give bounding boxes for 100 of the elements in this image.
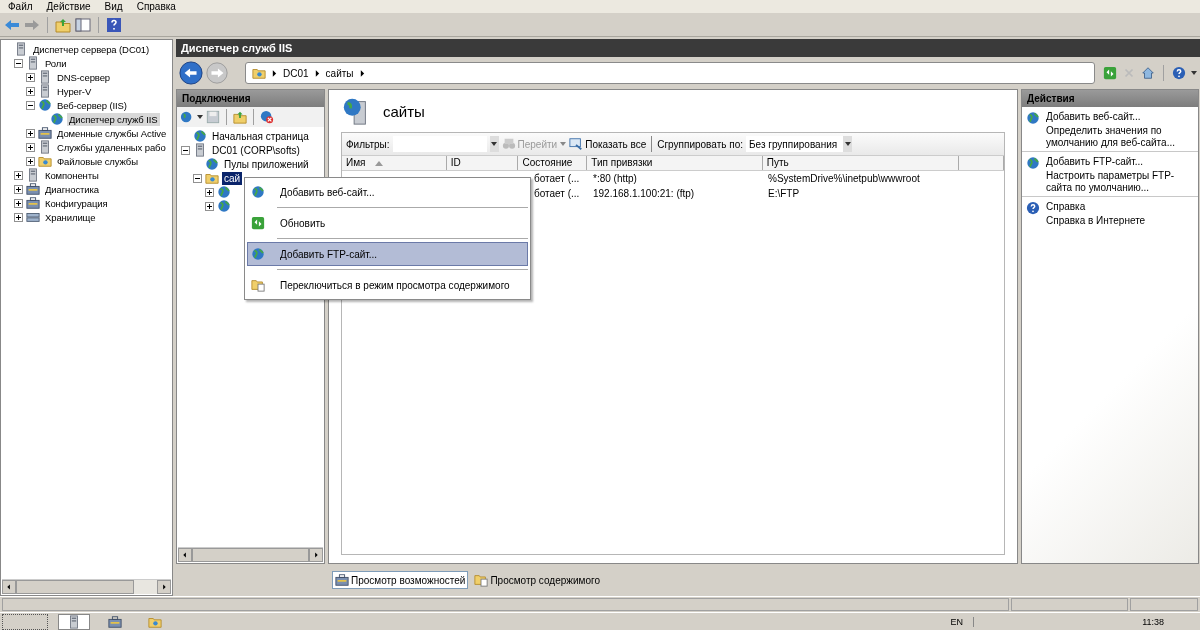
table-cell-text: ботает (... <box>533 173 581 184</box>
chevron-icon[interactable] <box>314 69 320 77</box>
tree-item[interactable]: Диспетчер служб IIS <box>67 112 160 126</box>
breadcrumb[interactable]: DC01 <box>283 67 309 79</box>
expand-icon[interactable] <box>14 212 23 222</box>
tree-item[interactable]: Диагностика <box>43 182 101 196</box>
view-tab[interactable]: Просмотр возможностей <box>332 571 469 589</box>
toolbox-icon <box>38 126 52 140</box>
expand-icon[interactable] <box>26 86 35 96</box>
action-link[interactable]: Добавить FTP-сайт... <box>1046 156 1186 168</box>
show-all-button[interactable]: Показать все <box>569 137 647 151</box>
menu-item[interactable]: Справка <box>136 1 176 12</box>
start-button[interactable] <box>2 613 48 630</box>
expand-icon[interactable] <box>14 170 23 180</box>
action-link[interactable]: Определить значения по умолчанию для веб-сайта... <box>1046 125 1186 149</box>
scroll-left-button[interactable] <box>178 548 192 562</box>
expand-icon[interactable] <box>14 198 23 208</box>
action-link[interactable]: Справка в Интернете <box>1046 215 1186 227</box>
taskbar-app-button[interactable] <box>58 613 90 630</box>
folder-up-icon[interactable] <box>233 110 247 124</box>
globe-icon <box>38 98 52 112</box>
expand-icon[interactable] <box>205 201 214 211</box>
group-by-select[interactable]: Без группирования <box>746 136 853 152</box>
menu-item[interactable]: Обновить <box>247 211 528 235</box>
column-header[interactable]: Состояние <box>518 156 588 170</box>
tree-item[interactable]: Конфигурация <box>43 196 110 210</box>
caret-icon[interactable] <box>844 142 851 146</box>
expand-icon[interactable] <box>26 156 35 166</box>
disconnect-icon[interactable] <box>260 110 274 124</box>
scroll-thumb[interactable] <box>192 548 309 562</box>
folder-icon <box>252 66 266 80</box>
collapse-icon[interactable] <box>181 145 190 155</box>
table-cell-text: E:\FTP <box>767 188 801 199</box>
sort-arrow-icon <box>375 160 384 166</box>
scroll-right-button[interactable] <box>309 548 323 562</box>
globe-icon <box>217 199 231 213</box>
chevron-icon[interactable] <box>272 69 277 77</box>
tree-item[interactable]: Компоненты <box>43 168 101 182</box>
menu-item[interactable]: Добавить веб-сайт... <box>247 180 528 204</box>
server-icon <box>38 140 52 154</box>
globe-icon <box>193 129 207 143</box>
expand-icon[interactable] <box>26 72 35 82</box>
collapse-icon[interactable] <box>26 100 35 110</box>
action-link[interactable]: Настроить параметры FTP-сайта по умолчанию... <box>1046 170 1186 194</box>
scroll-right-button[interactable] <box>157 580 171 594</box>
expand-icon[interactable] <box>26 142 35 152</box>
tree-item[interactable]: DNS-сервер <box>55 70 113 84</box>
column-header[interactable]: Тип привязки <box>587 156 763 170</box>
column-header[interactable]: Путь <box>762 156 960 170</box>
tree-item[interactable]: Службы удаленных рабо <box>55 140 168 154</box>
table-cell-text: %SystemDrive%\inetpub\wwwroot <box>767 173 921 184</box>
caret-icon[interactable] <box>491 142 498 146</box>
language-indicator[interactable]: EN <box>950 616 963 627</box>
scroll-thumb[interactable] <box>16 580 135 594</box>
tree-item[interactable]: Hyper-V <box>55 84 94 98</box>
scrollbar[interactable] <box>2 579 171 594</box>
action-link[interactable]: Добавить веб-сайт... <box>1046 111 1186 123</box>
help-icon[interactable] <box>106 16 122 33</box>
expand-icon[interactable] <box>205 187 214 197</box>
chevron-icon[interactable] <box>359 69 365 77</box>
back-button[interactable] <box>179 61 203 85</box>
home-icon[interactable] <box>1141 66 1155 80</box>
tree-item[interactable]: сай <box>222 171 243 185</box>
tree-item[interactable]: Доменные службы Active <box>55 126 169 140</box>
caret-icon[interactable] <box>197 115 203 119</box>
collapse-icon[interactable] <box>193 173 202 183</box>
toolbox-icon <box>26 196 40 210</box>
server-icon <box>14 42 28 56</box>
tree-item[interactable]: Пулы приложений <box>222 157 311 171</box>
tree-item[interactable]: Хранилище <box>43 210 98 224</box>
connect-icon[interactable] <box>180 110 194 124</box>
console-tree-icon[interactable] <box>75 16 91 33</box>
tree-item[interactable]: Роли <box>43 56 69 70</box>
page-title: сайты <box>383 102 425 120</box>
breadcrumb[interactable]: сайты <box>325 67 354 79</box>
menu-item[interactable]: Файл <box>8 1 33 12</box>
caret-icon[interactable] <box>1191 71 1197 75</box>
window-icon[interactable] <box>569 137 584 151</box>
view-tab[interactable]: Просмотр содержимого <box>471 571 603 589</box>
menu-item[interactable]: Вид <box>104 1 123 12</box>
action-link[interactable]: Справка <box>1046 201 1186 213</box>
tree-item[interactable]: Диспетчер сервера (DC01) <box>31 42 152 56</box>
menu-item[interactable]: Действие <box>46 1 91 12</box>
scrollbar[interactable] <box>178 547 323 562</box>
expand-icon[interactable] <box>14 184 23 194</box>
menu-item[interactable]: Переключиться в режим просмотра содержимого <box>247 273 528 297</box>
column-header[interactable]: ID <box>446 156 519 170</box>
address-bar[interactable]: DC01 сайты <box>245 62 1095 84</box>
tree-item[interactable]: Веб-сервер (IIS) <box>55 98 129 112</box>
menu-item[interactable]: Добавить FTP-сайт... <box>247 242 528 266</box>
expand-icon[interactable] <box>26 128 35 138</box>
tree-item[interactable]: Начальная страница <box>210 129 311 143</box>
dropdown-button[interactable] <box>489 136 499 152</box>
collapse-icon[interactable] <box>14 58 23 68</box>
toolbox-icon <box>335 573 349 587</box>
tree-item[interactable]: DC01 (CORP\softs) <box>210 143 302 157</box>
refresh-icon <box>251 216 265 230</box>
scroll-left-button[interactable] <box>2 580 16 594</box>
column-header[interactable]: Имя <box>342 156 447 170</box>
tree-item[interactable]: Файловые службы <box>55 154 140 168</box>
